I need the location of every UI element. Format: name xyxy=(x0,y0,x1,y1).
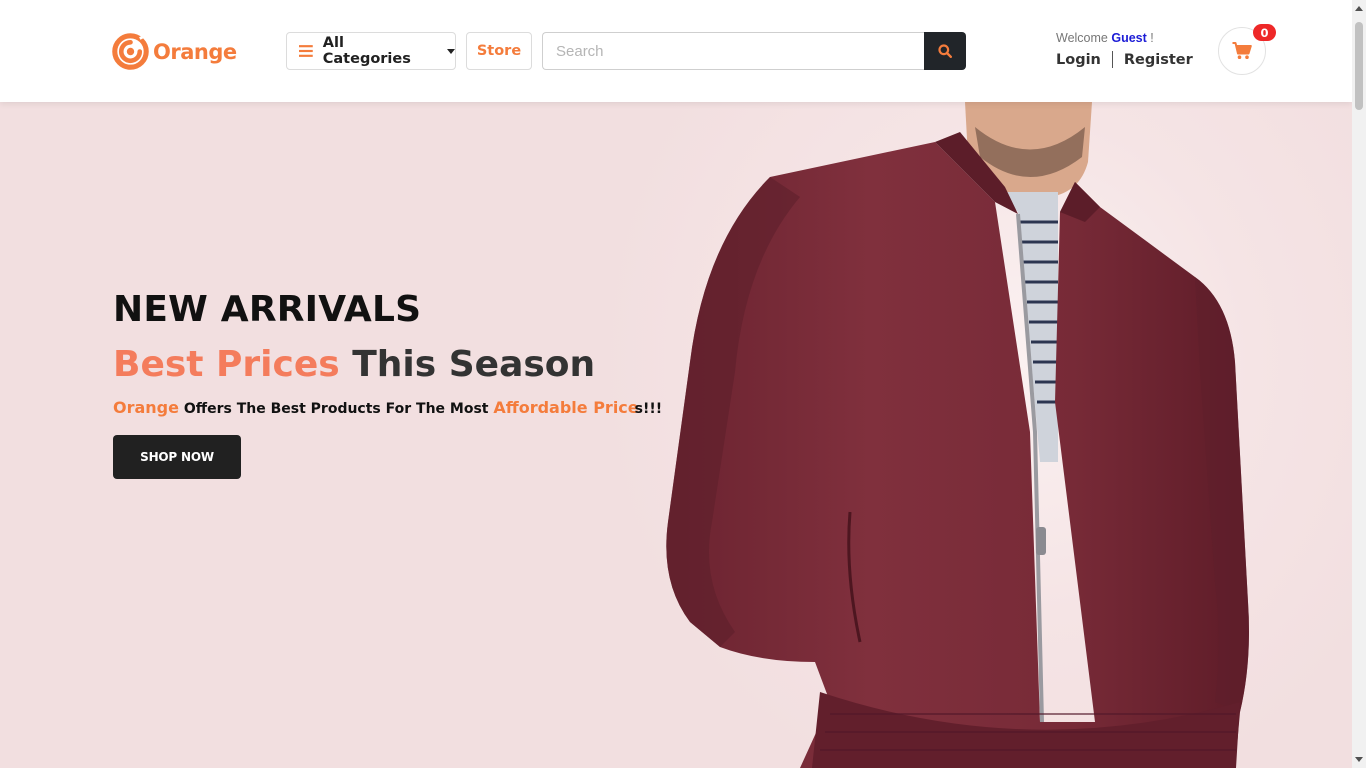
categories-label: All Categories xyxy=(322,35,411,67)
hamburger-icon xyxy=(299,45,313,57)
scroll-down-arrow[interactable] xyxy=(1355,757,1363,762)
login-link[interactable]: Login xyxy=(1056,52,1101,68)
hero-subtitle: Orange Offers The Best Products For The … xyxy=(113,398,662,417)
search-button[interactable] xyxy=(924,32,966,70)
welcome-label: Welcome xyxy=(1056,31,1108,45)
scroll-up-arrow[interactable] xyxy=(1355,6,1363,11)
hero-tagline: Best Prices This Season xyxy=(113,344,662,385)
hero-banner: NEW ARRIVALS Best Prices This Season Ora… xyxy=(0,102,1352,768)
tagline-accent: Best Prices xyxy=(113,344,340,385)
orange-logo-icon xyxy=(112,33,149,70)
brand-logo[interactable]: Orange xyxy=(112,33,237,70)
store-button[interactable]: Store xyxy=(466,32,532,70)
hero-text: NEW ARRIVALS Best Prices This Season Ora… xyxy=(113,289,662,479)
scroll-thumb[interactable] xyxy=(1355,22,1363,110)
caret-down-icon xyxy=(447,48,455,54)
cart-icon xyxy=(1232,42,1252,59)
auth-links: Login Register xyxy=(1056,51,1193,68)
welcome-text: Welcome Guest ! xyxy=(1056,31,1193,45)
register-link[interactable]: Register xyxy=(1124,52,1193,68)
subtitle-brand: Orange xyxy=(113,398,179,417)
subtitle-accent: Affordable Price xyxy=(493,398,639,417)
divider xyxy=(1111,51,1113,68)
welcome-suffix: ! xyxy=(1150,31,1154,45)
username: Guest xyxy=(1111,31,1147,45)
subtitle-middle: Offers The Best Products For The Most xyxy=(183,401,489,417)
subtitle-end: s!!! xyxy=(634,401,663,417)
hero-headline: NEW ARRIVALS xyxy=(113,289,422,330)
tagline-rest: This Season xyxy=(352,344,596,385)
search-bar xyxy=(542,32,966,70)
shop-now-button[interactable]: SHOP NOW xyxy=(113,435,241,479)
all-categories-dropdown[interactable]: All Categories xyxy=(286,32,456,70)
site-header: Orange All Categories Store Welcome Gues… xyxy=(0,0,1352,102)
search-icon xyxy=(938,44,952,58)
search-input[interactable] xyxy=(542,32,924,70)
account-area: Welcome Guest ! Login Register xyxy=(1056,31,1193,68)
brand-name: Orange xyxy=(153,39,237,64)
cart-count-badge: 0 xyxy=(1253,24,1276,41)
page-scrollbar[interactable] xyxy=(1352,0,1366,768)
